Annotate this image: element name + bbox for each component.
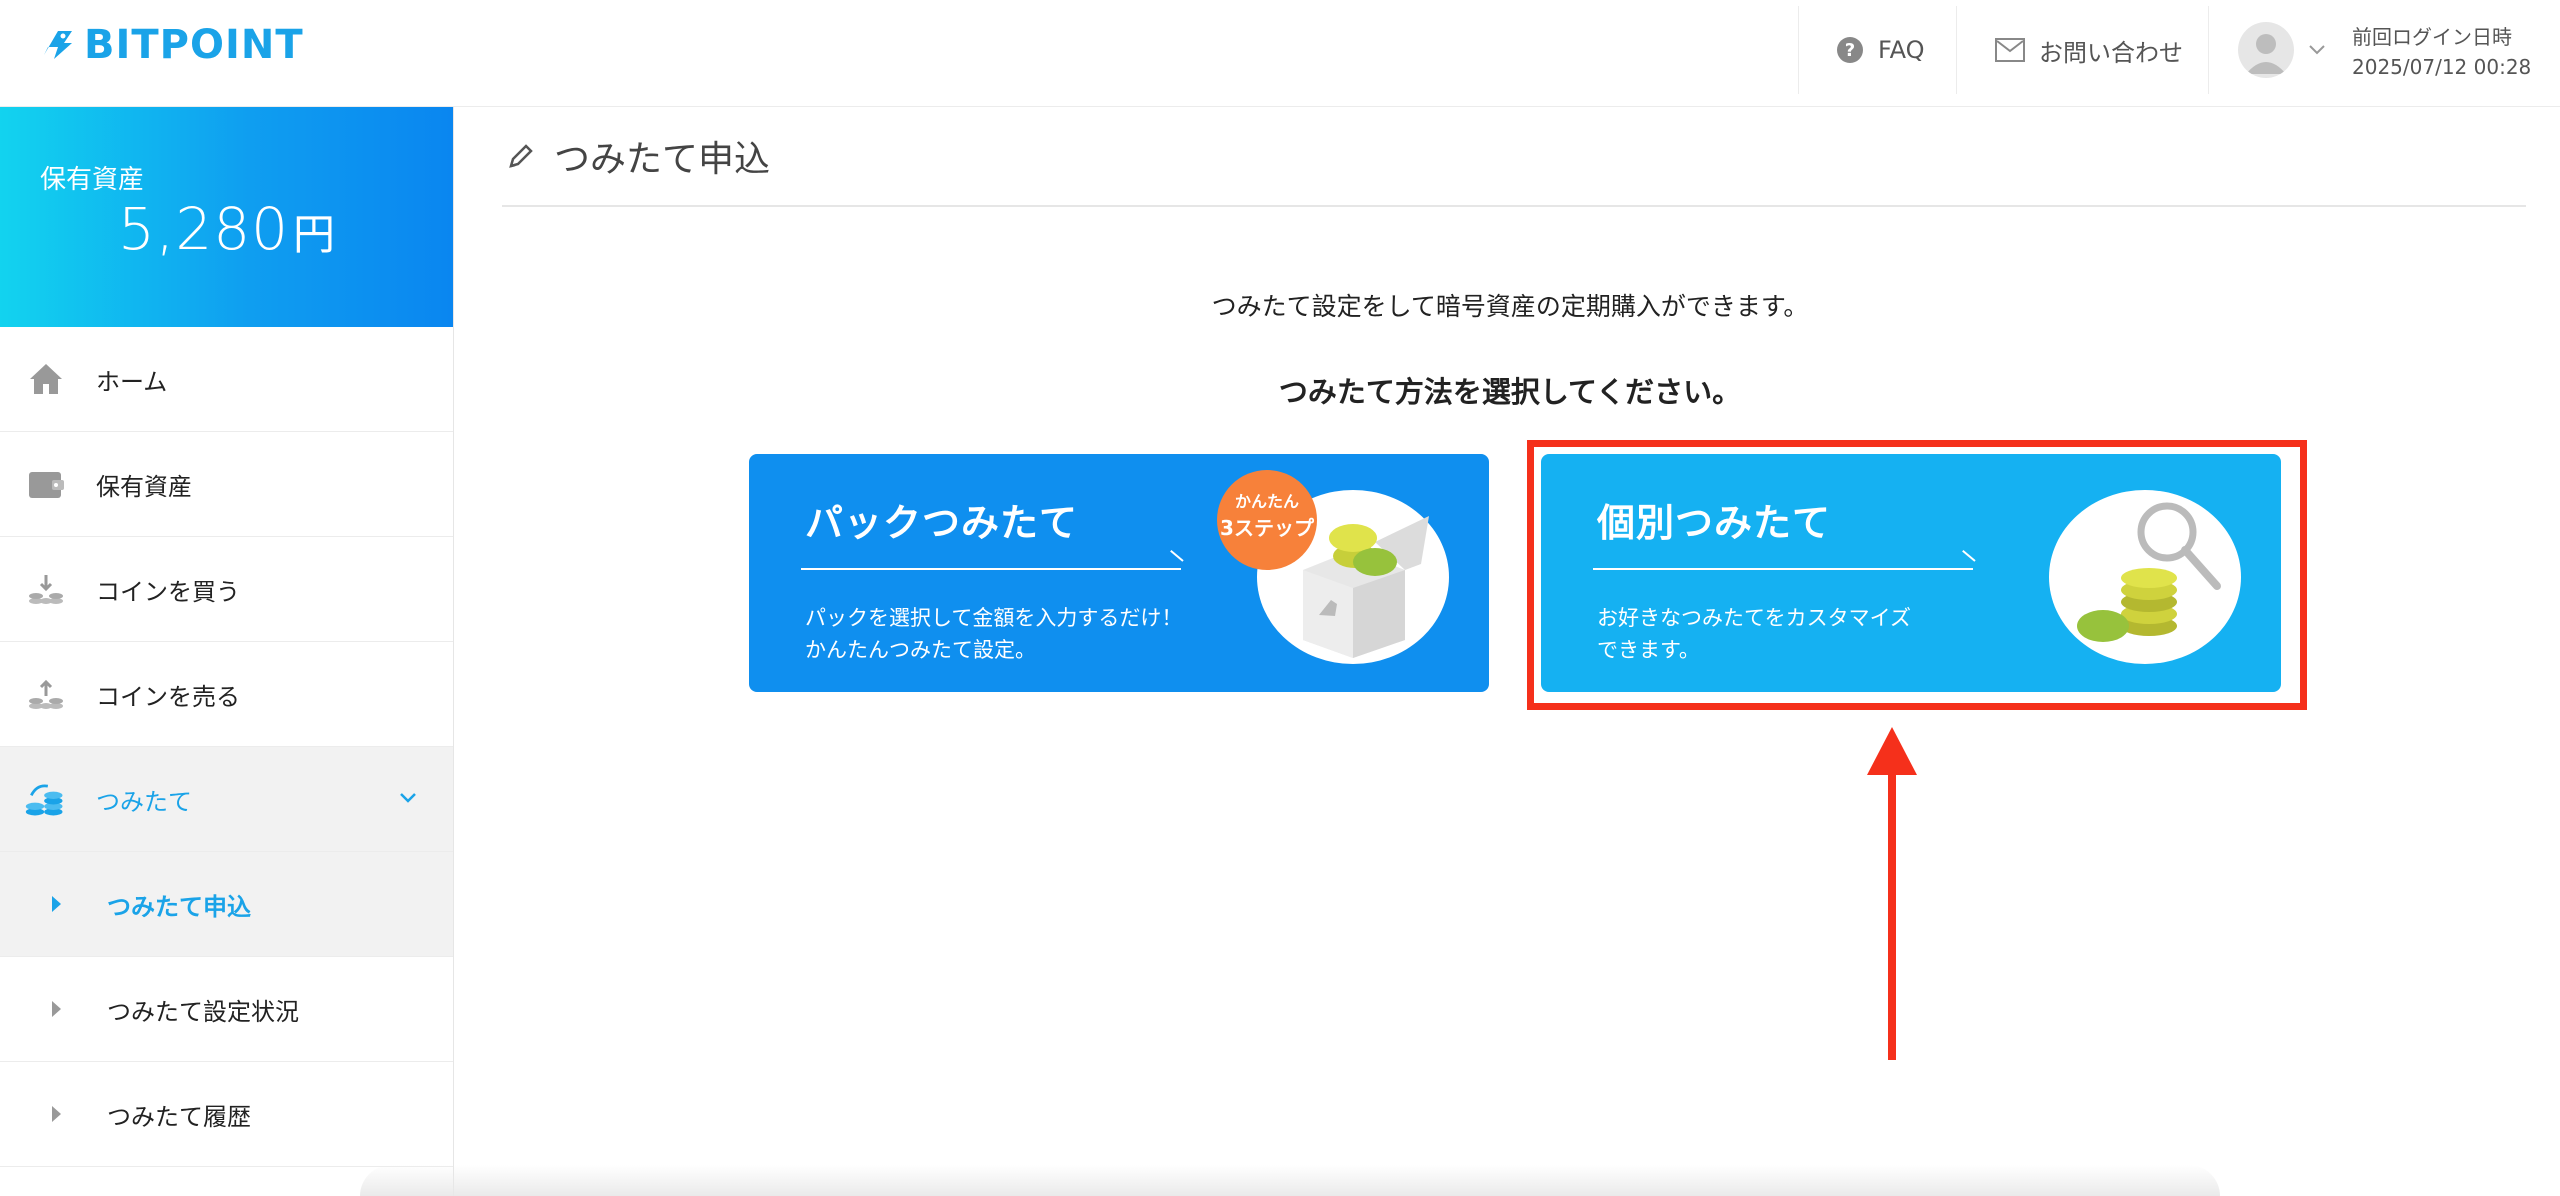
mail-icon [1995,38,2025,62]
asset-summary: 保有資産 5,280円 [0,107,453,327]
contact-label: お問い合わせ [2039,38,2183,67]
header: BITPOINT ? FAQ お問い合わせ 前回ログイン日時 2025/07/1… [0,0,2560,107]
header-divider [1956,6,1957,94]
faq-label: FAQ [1878,36,1925,64]
avatar [2238,22,2294,78]
coin-sell-icon [24,672,68,716]
triangle-right-icon [52,1106,61,1122]
page-title-text: つみたて申込 [554,139,771,180]
card-description: パックを選択して金額を入力するだけ！ かんたんつみたて設定。 [805,602,1182,666]
card-desc-line: パックを選択して金額を入力するだけ！ [805,606,1183,630]
question-icon: ? [1837,37,1863,63]
logo-text: BITPOINT [84,22,304,68]
wallet-icon [24,462,68,506]
sidebar-subitem-label: つみたて申込 [107,892,251,921]
triangle-right-icon [52,1001,61,1017]
chevron-down-icon [2309,45,2325,55]
asset-label: 保有資産 [40,165,145,195]
header-divider [2208,6,2209,94]
highlight-box [1527,440,2307,710]
pencil-icon [509,144,533,168]
pack-tsumitate-card[interactable]: パックつみたて パックを選択して金額を入力するだけ！ かんたんつみたて設定。 か… [749,454,1489,692]
svg-text:?: ? [1845,40,1855,61]
bottom-shadow [360,1165,2220,1196]
logo[interactable]: BITPOINT [38,22,304,68]
last-login: 前回ログイン日時 2025/07/12 00:28 [2352,22,2531,82]
contact-link[interactable]: お問い合わせ [1995,0,2183,100]
page-title: つみたて申込 [502,107,2526,207]
three-steps-badge: かんたん 3ステップ [1217,470,1317,570]
coin-buy-icon [24,567,68,611]
sidebar-item-label: コインを売る [96,682,240,711]
bird-logo-icon [44,31,72,59]
faq-link[interactable]: ? FAQ [1836,0,1925,100]
sidebar-item-tsumitate[interactable]: つみたて [0,747,453,852]
last-login-label: 前回ログイン日時 [2352,25,2512,49]
sidebar-subitem-history[interactable]: つみたて履歴 [0,1062,453,1167]
sidebar-item-label: 保有資産 [96,472,192,501]
chevron-down-icon[interactable] [398,791,418,805]
asset-value: 5,280円 [118,195,336,263]
sidebar-subitem-apply[interactable]: つみたて申込 [0,852,453,957]
intro-text: つみたて設定をして暗号資産の定期購入ができます。 [1211,292,1809,321]
last-login-value: 2025/07/12 00:28 [2352,55,2532,79]
card-title: パックつみたて [805,501,1079,545]
sidebar-subitem-status[interactable]: つみたて設定状況 [0,957,453,1062]
sidebar-item-label: コインを買う [96,577,240,606]
coin-stack-icon [24,777,68,821]
card-arrow-line [801,568,1181,570]
asset-amount: 5,280 [118,195,290,263]
header-divider [1798,6,1799,94]
asset-unit: 円 [293,210,337,259]
badge-line: かんたん [1234,492,1299,511]
sidebar-item-sell-coin[interactable]: コインを売る [0,642,453,747]
card-desc-line: かんたんつみたて設定。 [805,638,1036,662]
main-content: つみたて申込 つみたて設定をして暗号資産の定期購入ができます。 つみたて方法を選… [502,107,2526,1060]
badge-line: 3ステップ [1220,516,1314,540]
sidebar-item-label: つみたて [96,787,192,816]
sidebar-subitem-label: つみたて設定状況 [107,997,299,1026]
home-icon [24,357,68,401]
arrow-up-icon [1867,727,1917,1060]
sidebar-item-assets[interactable]: 保有資産 [0,432,453,537]
select-method-heading: つみたて方法を選択してください。 [1278,375,1742,409]
sidebar: 保有資産 5,280円 ホーム 保有資産 コインを買う コインを売る つみたて [0,107,454,1196]
user-menu[interactable] [2238,0,2326,100]
triangle-right-icon [52,896,61,912]
user-icon [2246,34,2286,74]
sidebar-item-buy-coin[interactable]: コインを買う [0,537,453,642]
sidebar-subitem-label: つみたて履歴 [107,1102,251,1131]
sidebar-item-home[interactable]: ホーム [0,327,453,432]
sidebar-item-label: ホーム [96,367,168,396]
